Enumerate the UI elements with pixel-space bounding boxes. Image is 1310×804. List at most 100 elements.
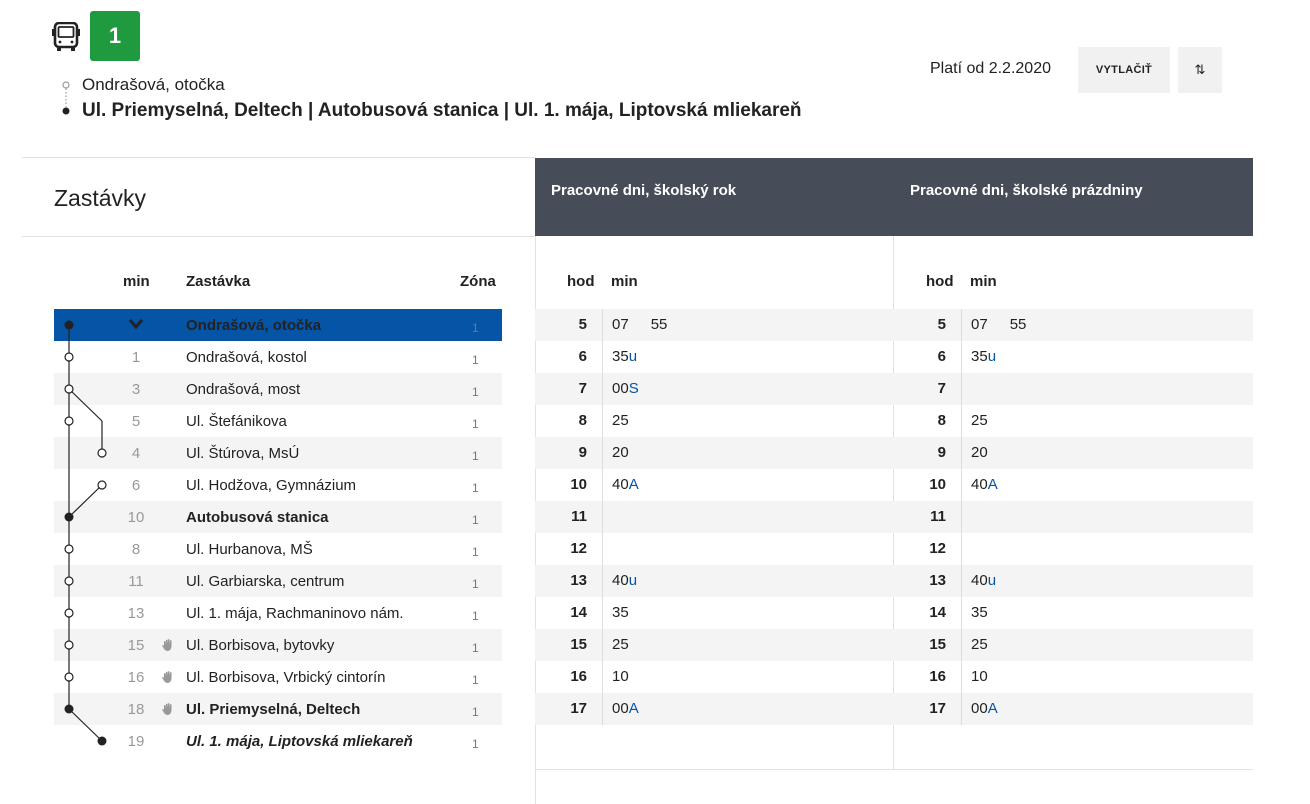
departure-time[interactable]: 55 (651, 316, 668, 333)
stop-row[interactable]: Ondrašová, otočka 1 (54, 309, 502, 341)
departure-time[interactable]: 35u (612, 348, 637, 365)
departure-time[interactable]: 10 (612, 668, 629, 685)
departure-time[interactable]: 25 (612, 636, 629, 653)
column-separator (602, 565, 603, 597)
column-separator (961, 405, 962, 437)
print-button[interactable]: VYTLAČIŤ (1078, 47, 1170, 93)
departure-minutes: 20 (971, 444, 1010, 461)
column-header-zone: Zóna (460, 273, 496, 290)
departure-time[interactable]: 40A (612, 476, 639, 493)
departure-time[interactable]: 25 (971, 412, 988, 429)
departure-minute: 10 (612, 668, 629, 685)
departure-minutes: 20 (612, 444, 651, 461)
stop-row[interactable]: 6 Ul. Hodžova, Gymnázium 1 (54, 469, 502, 501)
departure-minute: 00 (612, 380, 629, 397)
stop-name: Ul. Borbisova, Vrbický cintorín (186, 668, 386, 686)
departure-time[interactable]: 10 (971, 668, 988, 685)
stop-row[interactable]: 1 Ondrašová, kostol 1 (54, 341, 502, 373)
departure-time[interactable]: 07 (971, 316, 988, 333)
departure-time[interactable]: 00A (971, 700, 998, 717)
column-separator (602, 437, 603, 469)
departure-time[interactable]: 25 (971, 636, 988, 653)
timetable-row: 12 (535, 533, 894, 565)
departure-time[interactable]: 40u (971, 572, 996, 589)
stop-travel-minutes: 4 (131, 444, 141, 462)
departure-minutes: 00A (971, 700, 1020, 717)
column-separator (961, 437, 962, 469)
column-separator (602, 661, 603, 693)
stop-travel-minutes: 1 (131, 348, 141, 366)
column-separator (602, 533, 603, 565)
timetable-row: 15 25 (894, 629, 1253, 661)
departure-time[interactable]: 00A (612, 700, 639, 717)
stop-row[interactable]: 11 Ul. Garbiarska, centrum 1 (54, 565, 502, 597)
stop-row[interactable]: 8 Ul. Hurbanova, MŠ 1 (54, 533, 502, 565)
departure-hour: 14 (929, 604, 946, 621)
stop-row[interactable]: 10 Autobusová stanica 1 (54, 501, 502, 533)
departure-minutes: 25 (612, 636, 651, 653)
stop-name: Ul. 1. mája, Liptovská mliekareň (186, 732, 413, 750)
timetable-column: 5 07 55 6 35u 7 8 25 9 20 10 40A 11 12 13 40u 14 35 15 25 16… (894, 309, 1253, 725)
departure-time[interactable]: 00S (612, 380, 639, 397)
stop-row[interactable]: 13 Ul. 1. mája, Rachmaninovo nám. 1 (54, 597, 502, 629)
departure-hour: 12 (570, 540, 587, 557)
stop-name: Ul. Štefánikova (186, 412, 287, 430)
timetable-column: 5 07 55 6 35u 7 00S 8 25 9 20 10 40A 11 12 13 40u 14 35 15 2… (535, 309, 894, 725)
departure-minute: 25 (971, 636, 988, 653)
stop-zone: 1 (472, 321, 479, 335)
departure-time[interactable]: 40A (971, 476, 998, 493)
stop-row[interactable]: 15 Ul. Borbisova, bytovky 1 (54, 629, 502, 661)
departure-minutes: 40A (612, 476, 661, 493)
stop-name: Autobusová stanica (186, 508, 329, 526)
stop-name: Ul. 1. mája, Rachmaninovo nám. (186, 604, 404, 622)
timetable-row: 11 (535, 501, 894, 533)
departure-time[interactable]: 35u (971, 348, 996, 365)
departure-minute: 40 (612, 572, 629, 589)
departure-time[interactable]: 35 (971, 604, 988, 621)
departure-time[interactable]: 20 (971, 444, 988, 461)
stop-name: Ul. Garbiarska, centrum (186, 572, 345, 590)
departure-time[interactable]: 40u (612, 572, 637, 589)
stop-row[interactable]: 3 Ondrašová, most 1 (54, 373, 502, 405)
route-origin: Ondrašová, otočka (82, 75, 225, 94)
column-separator (961, 309, 962, 341)
valid-from-date: Platí od 2.2.2020 (930, 60, 1051, 77)
departure-note-mark: u (628, 348, 638, 365)
departure-minutes: 10 (612, 668, 651, 685)
departure-time[interactable]: 07 (612, 316, 629, 333)
departure-hour: 13 (929, 572, 946, 589)
departure-minutes: 35u (612, 348, 659, 365)
departure-minutes: 40A (971, 476, 1020, 493)
departure-time[interactable]: 55 (1010, 316, 1027, 333)
swap-direction-button[interactable]: ⇅ (1178, 47, 1222, 93)
stop-zone: 1 (472, 705, 479, 719)
timetable-row: 12 (894, 533, 1253, 565)
departure-minute: 25 (612, 636, 629, 653)
stop-name: Ondrašová, kostol (186, 348, 307, 366)
departure-minutes: 07 55 (612, 316, 689, 333)
departure-minute: 40 (971, 476, 988, 493)
departure-time[interactable]: 35 (612, 604, 629, 621)
timetable-row: 11 (894, 501, 1253, 533)
column-separator (961, 501, 962, 533)
column-separator (961, 661, 962, 693)
stop-zone: 1 (472, 673, 479, 687)
departure-minutes: 25 (612, 412, 651, 429)
departure-hour: 10 (570, 476, 587, 493)
stop-row[interactable]: 18 Ul. Priemyselná, Deltech 1 (54, 693, 502, 725)
departure-minutes: 35 (971, 604, 1010, 621)
column-separator (961, 597, 962, 629)
stop-row[interactable]: 19 Ul. 1. mája, Liptovská mliekareň 1 (54, 725, 502, 757)
stop-row[interactable]: 4 Ul. Štúrova, MsÚ 1 (54, 437, 502, 469)
stop-travel-minutes: 10 (127, 508, 145, 526)
stop-zone: 1 (472, 353, 479, 367)
departure-hour: 6 (578, 348, 587, 365)
stop-travel-minutes: 13 (127, 604, 145, 622)
departure-minute: 35 (612, 348, 629, 365)
departure-time[interactable]: 20 (612, 444, 629, 461)
departure-time[interactable]: 25 (612, 412, 629, 429)
stop-row[interactable]: 16 Ul. Borbisova, Vrbický cintorín 1 (54, 661, 502, 693)
column-header-hour: hod (567, 273, 595, 290)
stop-row[interactable]: 5 Ul. Štefánikova 1 (54, 405, 502, 437)
timetable-row: 16 10 (535, 661, 894, 693)
